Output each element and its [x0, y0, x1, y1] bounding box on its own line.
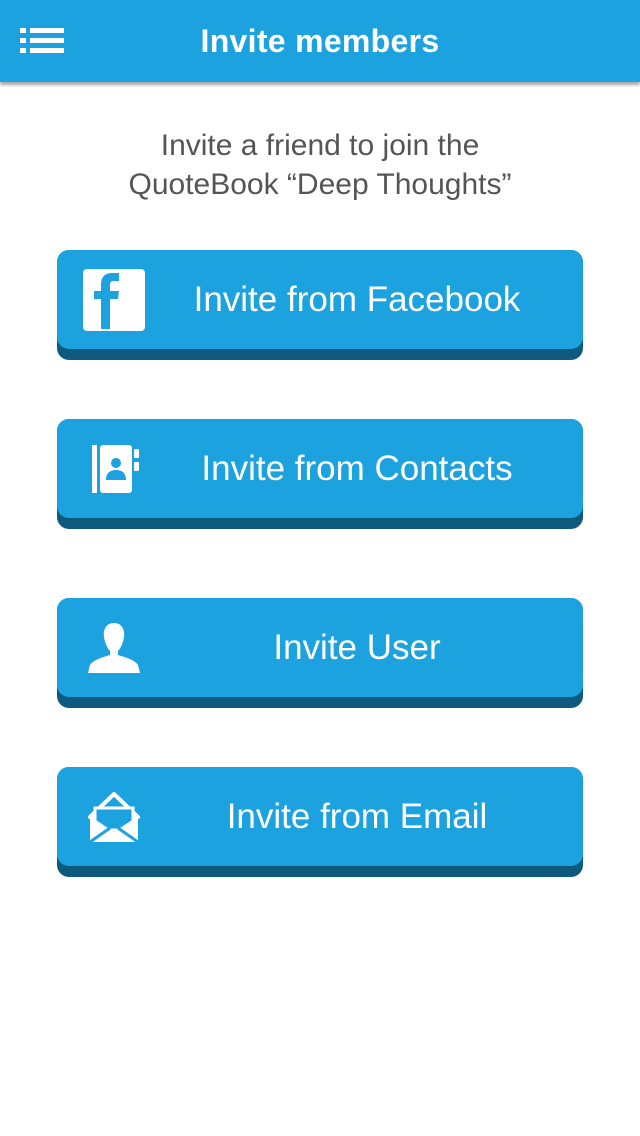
invite-email-label: Invite from Email: [226, 797, 488, 836]
invite-description-line-1: Invite a friend to join the: [160, 129, 480, 162]
address-book-icon: [92, 445, 139, 493]
invite-description-line-2: QuoteBook “Deep Thoughts”: [128, 168, 512, 201]
facebook-icon: [83, 269, 145, 331]
invite-email-button[interactable]: Invite from Email: [57, 767, 583, 877]
invite-email-button-face: Invite from Email: [57, 767, 583, 866]
invite-user-button-face: Invite User: [57, 598, 583, 697]
invite-contacts-button[interactable]: Invite from Contacts: [57, 419, 583, 529]
invite-facebook-label: Invite from Facebook: [193, 280, 521, 319]
invite-user-button[interactable]: Invite User: [57, 598, 583, 708]
user-icon: [88, 623, 140, 673]
envelope-icon: [88, 792, 140, 844]
nav-bar: Invite members: [0, 0, 640, 82]
invite-facebook-button-face: Invite from Facebook: [57, 250, 583, 349]
invite-contacts-label: Invite from Contacts: [201, 449, 513, 488]
invite-facebook-button[interactable]: Invite from Facebook: [57, 250, 583, 360]
invite-description: Invite a friend to join the QuoteBook “D…: [0, 126, 640, 204]
invite-user-label: Invite User: [273, 628, 441, 667]
invite-contacts-button-face: Invite from Contacts: [57, 419, 583, 518]
page-title: Invite members: [200, 23, 440, 59]
